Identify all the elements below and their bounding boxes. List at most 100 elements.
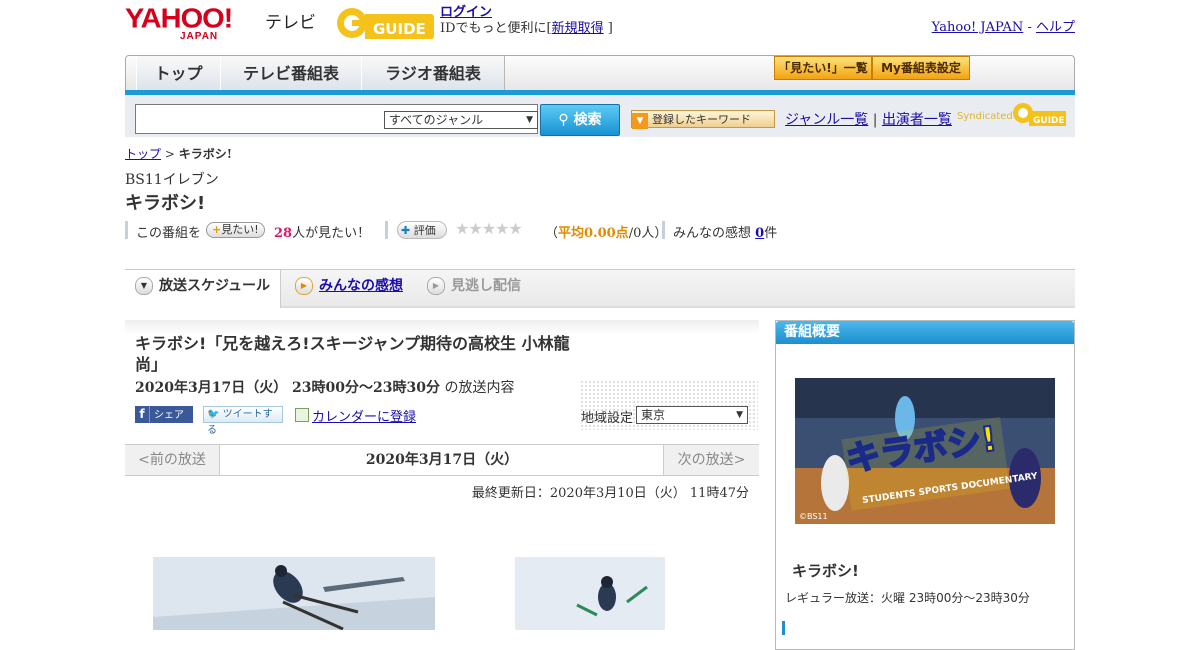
rating-stars: ★★★★★: [455, 219, 523, 238]
nav-tab-top[interactable]: トップ: [136, 56, 221, 91]
plus-icon: ✚: [401, 224, 411, 237]
tab-broadcast-schedule[interactable]: ▼ 放送スケジュール: [125, 270, 281, 308]
yahoo-logo-japan: JAPAN: [180, 31, 219, 42]
tab-label: みんなの感想: [319, 278, 403, 294]
facebook-icon: f: [135, 406, 150, 423]
episode-header-shade: [125, 320, 759, 334]
program-overview-header: 番組概要: [776, 321, 1074, 344]
breadcrumb-separator: >: [164, 147, 175, 161]
impressions-label: みんなの感想: [673, 226, 752, 241]
genre-list-link[interactable]: ジャンル一覧: [785, 112, 868, 128]
mitai-count-text: 28人が見たい！: [274, 222, 370, 241]
overview-program-name: キラボシ!: [792, 562, 859, 580]
calendar-register-link[interactable]: カレンダーに登録: [312, 410, 416, 425]
current-broadcast-date: 2020年3月17日（火）: [365, 452, 519, 468]
impressions-count-link[interactable]: 0: [755, 226, 764, 241]
id-prompt: IDでもっと便利に[: [440, 21, 552, 36]
mitai-button[interactable]: +見たい!: [206, 222, 265, 238]
play-icon: ▶: [427, 277, 445, 295]
impressions: みんなの感想 0件: [673, 222, 777, 241]
program-meta: この番組を +見たい! 28人が見たい！ ✚ 評価 ★★★★★ （平均0.00点…: [125, 219, 825, 241]
registered-keyword-label: 登録したキーワード: [652, 113, 751, 126]
search-links: ジャンル一覧 | 出演者一覧: [785, 109, 952, 129]
search-button-label: 検索: [573, 112, 602, 128]
program-overview-panel: 番組概要 キラボシ! STUDENTS SPORTS DOCUMENTARY ©…: [775, 320, 1075, 650]
impressions-unit: 件: [764, 226, 778, 241]
syndicated-label: Syndicated: [957, 111, 1013, 122]
episode-image: [515, 557, 665, 630]
breadcrumb: トップ > キラボシ!: [125, 145, 232, 162]
overview-regular-broadcast: レギュラー放送：火曜 23時00分～23時30分: [785, 591, 1030, 605]
rating-open: （: [545, 226, 559, 241]
breadcrumb-current: キラボシ!: [178, 147, 233, 161]
divider: [385, 221, 388, 239]
registered-keyword-button[interactable]: ▼ 登録したキーワード: [631, 110, 775, 129]
next-broadcast-button[interactable]: 次の放送>: [663, 445, 759, 475]
yahoo-japan-link[interactable]: Yahoo! JAPAN: [932, 20, 1024, 35]
episode-time-suffix: の放送内容: [444, 380, 515, 396]
episode-title: キラボシ!「兄を越えろ!スキージャンプ期待の高校生 小林龍尚」: [135, 334, 570, 374]
search-icon: ⚲: [558, 112, 569, 128]
search-area: すべてのジャンル ▼ ⚲ 検索 ▼ 登録したキーワード ジャンル一覧 | 出演者一…: [125, 95, 1075, 137]
key-visual-credit: ©BS11: [799, 512, 828, 521]
nav-tab-tv-schedule[interactable]: テレビ番組表: [220, 56, 362, 91]
gguide-logo[interactable]: GUIDE: [335, 6, 435, 40]
triangle-down-icon: ▼: [632, 113, 648, 129]
gguide-logo-text: GUIDE: [373, 20, 426, 38]
facebook-share-button[interactable]: f シェア: [135, 406, 193, 423]
tab-impressions[interactable]: ▶ みんなの感想: [295, 270, 415, 306]
new-account-link[interactable]: 新規取得: [552, 21, 604, 36]
login-box: ログイン IDでもっと便利に[新規取得 ]: [440, 5, 613, 37]
breadcrumb-top-link[interactable]: トップ: [125, 147, 161, 161]
mitai-count: 28: [274, 226, 293, 241]
login-link[interactable]: ログイン: [440, 5, 492, 20]
performer-list-link[interactable]: 出演者一覧: [882, 112, 952, 128]
episode-images: [125, 557, 759, 630]
genre-select[interactable]: すべてのジャンル ▼: [384, 111, 538, 129]
id-prompt-close: ]: [607, 21, 613, 36]
ski-jump-photo-1: [153, 557, 435, 630]
gguide-small-logo-text: GUIDE: [1033, 116, 1065, 126]
divider: [662, 221, 665, 239]
episode-image: [153, 557, 435, 630]
tab-label: 見逃し配信: [451, 278, 521, 294]
prev-broadcast-button[interactable]: <前の放送: [125, 445, 220, 475]
twitter-icon: 🐦: [207, 409, 220, 420]
mitai-list-button[interactable]: 「見たい!」一覧: [774, 56, 872, 80]
tab-label: 放送スケジュール: [159, 278, 271, 294]
region-select-value: 東京: [641, 408, 666, 422]
main-nav: トップ テレビ番組表 ラジオ番組表 「見たい!」一覧 My番組表設定: [125, 55, 1075, 92]
episode-time: 2020年3月17日（火） 23時00分～23時30分 の放送内容: [135, 377, 514, 397]
region-label: 地域設定: [581, 411, 634, 426]
ski-jump-photo-2: [515, 557, 665, 630]
tweet-button[interactable]: 🐦 ツイートする: [203, 406, 283, 436]
help-link[interactable]: ヘルプ: [1036, 20, 1075, 35]
yahoo-logo[interactable]: YAHOO! JAPAN: [125, 4, 265, 44]
my-schedule-button[interactable]: My番組表設定: [872, 56, 970, 80]
broadcast-pager: <前の放送 2020年3月17日（火） 次の放送>: [125, 444, 759, 476]
region-select[interactable]: 東京 ▼: [636, 406, 748, 424]
mitai-count-suffix: 人が見たい！: [292, 226, 371, 241]
calendar-register: カレンダーに登録: [295, 406, 416, 425]
chevron-down-icon: ▼: [135, 277, 153, 295]
last-updated: 最終更新日：2020年3月10日（火） 11時47分: [471, 486, 749, 501]
tab-missed-streaming[interactable]: ▶ 見逃し配信: [427, 270, 547, 306]
channel-name: BS11イレブン: [125, 172, 219, 188]
nav-tab-radio-schedule[interactable]: ラジオ番組表: [361, 56, 505, 91]
page-title: キラボシ!: [125, 193, 206, 214]
section-marker: [782, 621, 785, 635]
mitai-prompt: この番組を: [136, 226, 202, 241]
tv-label[interactable]: テレビ: [265, 8, 316, 33]
mitai-button-label: 見たい!: [221, 223, 259, 236]
rating-button-label: 評価: [413, 224, 436, 237]
search-button[interactable]: ⚲ 検索: [540, 104, 620, 136]
rating-button[interactable]: ✚ 評価: [397, 221, 447, 239]
episode-datetime: 2020年3月17日（火） 23時00分～23時30分: [135, 380, 440, 396]
rating-summary: （平均0.00点/0人）: [545, 222, 667, 241]
chevron-down-icon: ▼: [736, 410, 743, 420]
play-icon: ▶: [295, 277, 313, 295]
plus-icon: +: [212, 223, 222, 236]
chevron-down-icon: ▼: [526, 115, 533, 125]
gguide-small-logo: GUIDE: [1013, 103, 1066, 126]
share-row: f シェア 🐦 ツイートする カレンダーに登録 地域設定 東京 ▼: [135, 406, 755, 436]
